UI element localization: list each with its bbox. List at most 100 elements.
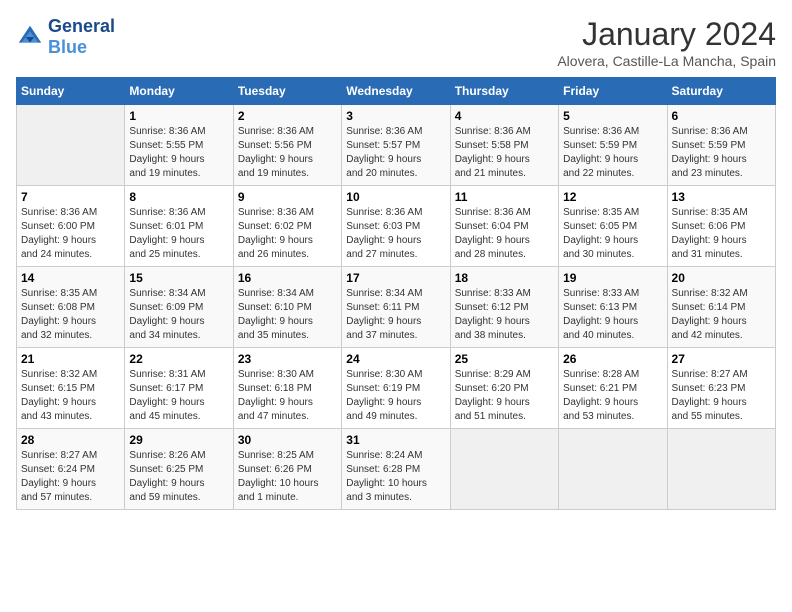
table-row: 22 Sunrise: 8:31 AM Sunset: 6:17 PM Dayli… — [125, 348, 233, 429]
day-info: Sunrise: 8:35 AM Sunset: 6:08 PM Dayligh… — [21, 287, 120, 343]
table-row: 24 Sunrise: 8:30 AM Sunset: 6:19 PM Dayli… — [342, 348, 450, 429]
table-row: 4 Sunrise: 8:36 AM Sunset: 5:58 PM Daylig… — [450, 105, 558, 186]
table-row: 28 Sunrise: 8:27 AM Sunset: 6:24 PM Dayli… — [17, 429, 125, 510]
col-friday: Friday — [559, 78, 667, 105]
day-number: 25 — [455, 352, 554, 366]
table-row: 12Sunrise: 8:35 AM Sunset: 6:05 PM Dayli… — [559, 186, 667, 267]
table-row: 20 Sunrise: 8:32 AM Sunset: 6:14 PM Dayli… — [667, 267, 775, 348]
calendar-week-row: 21 Sunrise: 8:32 AM Sunset: 6:15 PM Dayli… — [17, 348, 776, 429]
col-sunday: Sunday — [17, 78, 125, 105]
day-info: Sunrise: 8:35 AM Sunset: 6:06 PM Dayligh… — [672, 206, 771, 262]
calendar-title: January 2024 — [557, 16, 776, 53]
day-number: 14 — [21, 271, 120, 285]
table-row: 11 Sunrise: 8:36 AM Sunset: 6:04 PM Dayli… — [450, 186, 558, 267]
day-number: 13 — [672, 190, 771, 204]
calendar-header-row: Sunday Monday Tuesday Wednesday Thursday… — [17, 78, 776, 105]
table-row: 29 Sunrise: 8:26 AM Sunset: 6:25 PM Dayli… — [125, 429, 233, 510]
day-info: Sunrise: 8:27 AM Sunset: 6:24 PM Dayligh… — [21, 449, 120, 505]
day-info: Sunrise: 8:36 AM Sunset: 5:56 PM Dayligh… — [238, 125, 337, 181]
day-number: 17 — [346, 271, 445, 285]
col-saturday: Saturday — [667, 78, 775, 105]
day-number: 26 — [563, 352, 662, 366]
table-row: 31 Sunrise: 8:24 AM Sunset: 6:28 PM Dayli… — [342, 429, 450, 510]
table-row — [667, 429, 775, 510]
table-row: 23 Sunrise: 8:30 AM Sunset: 6:18 PM Dayli… — [233, 348, 341, 429]
day-number: 6 — [672, 109, 771, 123]
day-number: 2 — [238, 109, 337, 123]
day-info: Sunrise: 8:29 AM Sunset: 6:20 PM Dayligh… — [455, 368, 554, 424]
page-header: General Blue January 2024 Alovera, Casti… — [16, 16, 776, 69]
col-wednesday: Wednesday — [342, 78, 450, 105]
table-row: 3 Sunrise: 8:36 AM Sunset: 5:57 PM Daylig… — [342, 105, 450, 186]
day-info: Sunrise: 8:33 AM Sunset: 6:12 PM Dayligh… — [455, 287, 554, 343]
day-number: 27 — [672, 352, 771, 366]
table-row: 6 Sunrise: 8:36 AM Sunset: 5:59 PM Daylig… — [667, 105, 775, 186]
logo-text: General Blue — [48, 16, 115, 58]
calendar-week-row: 1 Sunrise: 8:36 AM Sunset: 5:55 PM Daylig… — [17, 105, 776, 186]
day-number: 28 — [21, 433, 120, 447]
day-number: 4 — [455, 109, 554, 123]
day-number: 20 — [672, 271, 771, 285]
day-number: 19 — [563, 271, 662, 285]
table-row: 17Sunrise: 8:34 AM Sunset: 6:11 PM Dayli… — [342, 267, 450, 348]
col-tuesday: Tuesday — [233, 78, 341, 105]
day-number: 29 — [129, 433, 228, 447]
day-info: Sunrise: 8:30 AM Sunset: 6:19 PM Dayligh… — [346, 368, 445, 424]
calendar-week-row: 14 Sunrise: 8:35 AM Sunset: 6:08 PM Dayli… — [17, 267, 776, 348]
day-info: Sunrise: 8:32 AM Sunset: 6:15 PM Dayligh… — [21, 368, 120, 424]
table-row: 8Sunrise: 8:36 AM Sunset: 6:01 PM Daylig… — [125, 186, 233, 267]
day-number: 23 — [238, 352, 337, 366]
day-number: 24 — [346, 352, 445, 366]
day-info: Sunrise: 8:24 AM Sunset: 6:28 PM Dayligh… — [346, 449, 445, 505]
day-number: 30 — [238, 433, 337, 447]
day-number: 21 — [21, 352, 120, 366]
day-number: 15 — [129, 271, 228, 285]
day-info: Sunrise: 8:36 AM Sunset: 6:03 PM Dayligh… — [346, 206, 445, 262]
table-row: 15Sunrise: 8:34 AM Sunset: 6:09 PM Dayli… — [125, 267, 233, 348]
table-row: 26 Sunrise: 8:28 AM Sunset: 6:21 PM Dayli… — [559, 348, 667, 429]
day-number: 31 — [346, 433, 445, 447]
day-info: Sunrise: 8:36 AM Sunset: 5:55 PM Dayligh… — [129, 125, 228, 181]
table-row — [559, 429, 667, 510]
day-info: Sunrise: 8:36 AM Sunset: 5:59 PM Dayligh… — [672, 125, 771, 181]
day-info: Sunrise: 8:26 AM Sunset: 6:25 PM Dayligh… — [129, 449, 228, 505]
table-row: 25 Sunrise: 8:29 AM Sunset: 6:20 PM Dayli… — [450, 348, 558, 429]
table-row: 2 Sunrise: 8:36 AM Sunset: 5:56 PM Daylig… — [233, 105, 341, 186]
table-row: 27 Sunrise: 8:27 AM Sunset: 6:23 PM Dayli… — [667, 348, 775, 429]
logo-icon — [16, 23, 44, 51]
day-info: Sunrise: 8:36 AM Sunset: 6:00 PM Dayligh… — [21, 206, 120, 262]
table-row — [450, 429, 558, 510]
calendar-table: Sunday Monday Tuesday Wednesday Thursday… — [16, 77, 776, 510]
day-info: Sunrise: 8:33 AM Sunset: 6:13 PM Dayligh… — [563, 287, 662, 343]
table-row: 18Sunrise: 8:33 AM Sunset: 6:12 PM Dayli… — [450, 267, 558, 348]
day-info: Sunrise: 8:36 AM Sunset: 5:58 PM Dayligh… — [455, 125, 554, 181]
day-info: Sunrise: 8:36 AM Sunset: 6:01 PM Dayligh… — [129, 206, 228, 262]
table-row: 1 Sunrise: 8:36 AM Sunset: 5:55 PM Daylig… — [125, 105, 233, 186]
day-number: 10 — [346, 190, 445, 204]
day-info: Sunrise: 8:34 AM Sunset: 6:10 PM Dayligh… — [238, 287, 337, 343]
day-number: 9 — [238, 190, 337, 204]
table-row: 21 Sunrise: 8:32 AM Sunset: 6:15 PM Dayli… — [17, 348, 125, 429]
title-section: January 2024 Alovera, Castille-La Mancha… — [557, 16, 776, 69]
day-info: Sunrise: 8:35 AM Sunset: 6:05 PM Dayligh… — [563, 206, 662, 262]
day-number: 22 — [129, 352, 228, 366]
table-row: 10 Sunrise: 8:36 AM Sunset: 6:03 PM Dayli… — [342, 186, 450, 267]
table-row — [17, 105, 125, 186]
day-info: Sunrise: 8:36 AM Sunset: 6:04 PM Dayligh… — [455, 206, 554, 262]
calendar-subtitle: Alovera, Castille-La Mancha, Spain — [557, 53, 776, 69]
calendar-week-row: 28 Sunrise: 8:27 AM Sunset: 6:24 PM Dayli… — [17, 429, 776, 510]
logo: General Blue — [16, 16, 115, 58]
day-number: 16 — [238, 271, 337, 285]
day-number: 1 — [129, 109, 228, 123]
day-info: Sunrise: 8:27 AM Sunset: 6:23 PM Dayligh… — [672, 368, 771, 424]
day-info: Sunrise: 8:30 AM Sunset: 6:18 PM Dayligh… — [238, 368, 337, 424]
day-info: Sunrise: 8:32 AM Sunset: 6:14 PM Dayligh… — [672, 287, 771, 343]
table-row: 19 Sunrise: 8:33 AM Sunset: 6:13 PM Dayli… — [559, 267, 667, 348]
calendar-week-row: 7Sunrise: 8:36 AM Sunset: 6:00 PM Daylig… — [17, 186, 776, 267]
day-info: Sunrise: 8:25 AM Sunset: 6:26 PM Dayligh… — [238, 449, 337, 505]
day-number: 11 — [455, 190, 554, 204]
day-info: Sunrise: 8:28 AM Sunset: 6:21 PM Dayligh… — [563, 368, 662, 424]
day-info: Sunrise: 8:31 AM Sunset: 6:17 PM Dayligh… — [129, 368, 228, 424]
day-info: Sunrise: 8:36 AM Sunset: 5:57 PM Dayligh… — [346, 125, 445, 181]
day-number: 3 — [346, 109, 445, 123]
